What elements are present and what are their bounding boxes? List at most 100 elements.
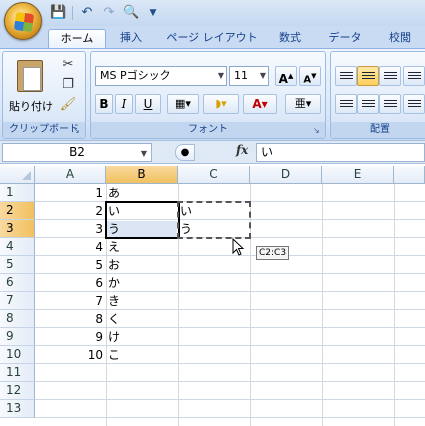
align-center-button[interactable] bbox=[357, 94, 379, 114]
selection-border[interactable] bbox=[105, 201, 180, 239]
align-middle-icon bbox=[362, 72, 375, 81]
font-size-select[interactable]: 11 ▼ bbox=[229, 66, 269, 86]
row-header-9[interactable]: 9 bbox=[0, 328, 35, 346]
font-group: MS Pゴシック ▼ 11 ▼ A▲ A▼ B I U ▦▾ ◗▾ A▾ 亜▾ … bbox=[90, 51, 326, 139]
column-header-C[interactable]: C bbox=[178, 166, 250, 184]
align-left-button[interactable] bbox=[335, 94, 357, 114]
row-header-7[interactable]: 7 bbox=[0, 292, 35, 310]
align-bottom-button[interactable] bbox=[379, 66, 401, 86]
cell-A10[interactable]: 10 bbox=[35, 346, 106, 364]
dialog-launcher-icon[interactable]: ↘ bbox=[73, 126, 82, 135]
ribbon-tabs: ホーム 挿入 ページ レイアウト 数式 データ 校閲 bbox=[0, 26, 425, 48]
row-header-6[interactable]: 6 bbox=[0, 274, 35, 292]
row-header-1[interactable]: 1 bbox=[0, 184, 35, 202]
clipboard-group: 貼り付け ✂ ❐ 🖌 クリップボード ↘ bbox=[2, 51, 86, 139]
row-header-5[interactable]: 5 bbox=[0, 256, 35, 274]
tab-review[interactable]: 校閲 bbox=[378, 29, 422, 48]
ribbon: 貼り付け ✂ ❐ 🖌 クリップボード ↘ MS Pゴシック ▼ 11 ▼ A▲ … bbox=[0, 48, 425, 140]
row-header-8[interactable]: 8 bbox=[0, 310, 35, 328]
underline-button[interactable]: U bbox=[135, 94, 161, 114]
drag-range-tooltip: C2:C3 bbox=[256, 246, 290, 260]
column-header-A[interactable]: A bbox=[35, 166, 106, 184]
title-bar: 💾 ↶ ↷ 🔍 ▼ bbox=[0, 0, 425, 26]
formula-expand-button[interactable]: ● bbox=[175, 144, 195, 161]
shrink-font-button[interactable]: A▼ bbox=[299, 66, 321, 86]
chevron-down-icon: ▼ bbox=[259, 71, 266, 80]
align-top-button[interactable] bbox=[335, 66, 357, 86]
cell-B10[interactable]: こ bbox=[107, 346, 177, 364]
tab-data[interactable]: データ bbox=[320, 29, 370, 48]
cell-B9[interactable]: け bbox=[107, 328, 177, 346]
align-right-button[interactable] bbox=[379, 94, 401, 114]
column-header-E[interactable]: E bbox=[322, 166, 394, 184]
cell-A8[interactable]: 8 bbox=[35, 310, 106, 328]
print-preview-icon[interactable]: 🔍 bbox=[123, 5, 139, 21]
arrow-cursor-icon bbox=[232, 238, 245, 256]
phonetic-button[interactable]: 亜▾ bbox=[285, 94, 321, 114]
row-header-4[interactable]: 4 bbox=[0, 238, 35, 256]
row-header-3[interactable]: 3 bbox=[0, 220, 35, 238]
cell-A9[interactable]: 9 bbox=[35, 328, 106, 346]
tab-insert[interactable]: 挿入 bbox=[110, 29, 152, 48]
paste-icon bbox=[17, 60, 43, 92]
redo-icon[interactable]: ↷ bbox=[101, 5, 117, 21]
cell-A3[interactable]: 3 bbox=[35, 220, 106, 238]
worksheet-grid[interactable]: A B C D E 1 2 3 4 5 6 7 8 9 10 11 12 13 … bbox=[0, 166, 425, 426]
office-button[interactable] bbox=[4, 2, 42, 40]
dialog-launcher-icon[interactable]: ↘ bbox=[313, 126, 322, 135]
cell-A5[interactable]: 5 bbox=[35, 256, 106, 274]
cell-B5[interactable]: お bbox=[107, 256, 177, 274]
indent-icon bbox=[408, 100, 421, 109]
indent-button[interactable] bbox=[403, 94, 425, 114]
chevron-down-icon: ▼ bbox=[140, 149, 147, 158]
paste-button[interactable]: 貼り付け bbox=[9, 58, 53, 116]
borders-button[interactable]: ▦▾ bbox=[167, 94, 199, 114]
format-painter-icon[interactable]: 🖌 bbox=[59, 96, 77, 114]
cell-B4[interactable]: え bbox=[107, 238, 177, 256]
align-middle-button[interactable] bbox=[357, 66, 379, 86]
chevron-down-icon[interactable]: ▼ bbox=[145, 5, 161, 21]
column-header-partial[interactable] bbox=[394, 166, 425, 184]
align-top-icon bbox=[340, 72, 353, 81]
column-header-B[interactable]: B bbox=[106, 166, 178, 184]
row-header-12[interactable]: 12 bbox=[0, 382, 35, 400]
cell-A4[interactable]: 4 bbox=[35, 238, 106, 256]
font-size-value: 11 bbox=[234, 69, 248, 82]
alignment-group: 配置 bbox=[330, 51, 425, 139]
orientation-button[interactable] bbox=[403, 66, 425, 86]
row-header-11[interactable]: 11 bbox=[0, 364, 35, 382]
font-name-select[interactable]: MS Pゴシック ▼ bbox=[95, 66, 227, 86]
select-all-button[interactable] bbox=[0, 166, 35, 184]
insert-function-icon[interactable]: fx bbox=[236, 143, 248, 157]
undo-icon[interactable]: ↶ bbox=[79, 5, 95, 21]
italic-button[interactable]: I bbox=[115, 94, 133, 114]
column-header-D[interactable]: D bbox=[250, 166, 322, 184]
cell-A2[interactable]: 2 bbox=[35, 202, 106, 220]
cell-A6[interactable]: 6 bbox=[35, 274, 106, 292]
save-icon[interactable]: 💾 bbox=[50, 5, 66, 21]
gridline bbox=[35, 417, 425, 418]
cell-B7[interactable]: き bbox=[107, 292, 177, 310]
cell-B8[interactable]: く bbox=[107, 310, 177, 328]
bold-button[interactable]: B bbox=[95, 94, 113, 114]
cell-A1[interactable]: 1 bbox=[35, 184, 106, 202]
cut-icon[interactable]: ✂ bbox=[59, 56, 77, 74]
name-box[interactable]: B2 ▼ bbox=[2, 143, 152, 162]
alignment-group-label: 配置 bbox=[331, 122, 425, 138]
copy-icon[interactable]: ❐ bbox=[59, 76, 77, 94]
cell-B1[interactable]: あ bbox=[107, 184, 177, 202]
tab-formulas[interactable]: 数式 bbox=[270, 29, 310, 48]
tab-page-layout[interactable]: ページ レイアウト bbox=[162, 29, 262, 48]
align-left-icon bbox=[340, 100, 353, 109]
font-color-button[interactable]: A▾ bbox=[243, 94, 277, 114]
formula-input[interactable]: い bbox=[256, 143, 425, 162]
row-header-13[interactable]: 13 bbox=[0, 400, 35, 418]
font-group-label: フォント bbox=[91, 122, 325, 138]
tab-home[interactable]: ホーム bbox=[48, 29, 106, 48]
grow-font-button[interactable]: A▲ bbox=[275, 66, 297, 86]
row-header-2[interactable]: 2 bbox=[0, 202, 35, 220]
cell-B6[interactable]: か bbox=[107, 274, 177, 292]
row-header-10[interactable]: 10 bbox=[0, 346, 35, 364]
fill-color-button[interactable]: ◗▾ bbox=[203, 94, 239, 114]
cell-A7[interactable]: 7 bbox=[35, 292, 106, 310]
